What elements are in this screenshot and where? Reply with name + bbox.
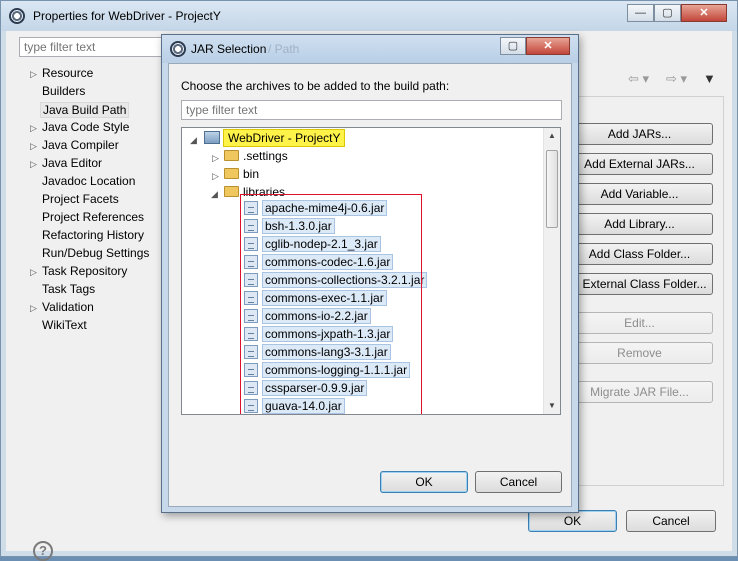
add-external-class-folder-button[interactable]: d External Class Folder...	[566, 273, 713, 295]
folder-icon	[224, 150, 239, 161]
expand-arrow-icon[interactable]: ▷	[212, 171, 219, 182]
jar-selection-title-bar: JAR Selection / Path ▢ ✕	[162, 35, 578, 63]
properties-filter-input[interactable]	[19, 37, 169, 57]
category-java-compiler[interactable]: Java Compiler	[42, 138, 119, 152]
jar-filter-input[interactable]	[181, 100, 562, 120]
dialog-close-button[interactable]: ✕	[526, 37, 570, 55]
project-node[interactable]: WebDriver - ProjectY	[204, 129, 346, 147]
expand-arrow-icon[interactable]: ▷	[30, 123, 37, 134]
category-task-repository[interactable]: Task Repository	[42, 264, 127, 278]
add-library-button[interactable]: Add Library...	[566, 213, 713, 235]
eclipse-app-icon	[170, 41, 186, 57]
project-icon	[204, 131, 220, 144]
category-javadoc-location[interactable]: Javadoc Location	[42, 174, 135, 188]
add-jars-button[interactable]: Add JARs...	[566, 123, 713, 145]
category-java-editor[interactable]: Java Editor	[42, 156, 102, 170]
properties-ok-button[interactable]: OK	[528, 510, 617, 532]
properties-cancel-button[interactable]: Cancel	[626, 510, 716, 532]
edit-button[interactable]: Edit...	[566, 312, 713, 334]
help-icon[interactable]: ?	[33, 541, 53, 561]
archive-tree[interactable]: ◢ WebDriver - ProjectY ▷ .settings ▷ bin…	[181, 127, 561, 415]
category-java-build-path[interactable]: Java Build Path	[40, 102, 130, 118]
migrate-jar-button[interactable]: Migrate JAR File...	[566, 381, 713, 403]
view-menu-icon[interactable]: ▼	[703, 71, 716, 86]
expand-arrow-icon[interactable]: ▷	[30, 303, 37, 314]
minimize-button[interactable]: —	[627, 4, 654, 22]
folder-bin[interactable]: bin	[224, 167, 259, 181]
jar-selection-title: JAR Selection	[191, 42, 267, 56]
expand-arrow-icon[interactable]: ▷	[30, 69, 37, 80]
folder-icon	[224, 168, 239, 179]
instruction-label: Choose the archives to be added to the b…	[181, 79, 450, 93]
forward-arrow-icon[interactable]: ⇨ ▾	[666, 71, 687, 87]
folder-settings[interactable]: .settings	[224, 149, 288, 163]
category-refactoring-history[interactable]: Refactoring History	[42, 228, 144, 242]
tree-vertical-scrollbar[interactable]: ▲ ▼	[543, 128, 560, 414]
scrollbar-thumb[interactable]	[546, 150, 558, 228]
dialog-maximize-button[interactable]: ▢	[500, 37, 526, 55]
back-arrow-icon[interactable]: ⇦ ▾	[628, 71, 649, 87]
collapse-arrow-icon[interactable]: ◢	[190, 135, 197, 146]
folder-icon	[224, 186, 239, 197]
add-class-folder-button[interactable]: Add Class Folder...	[566, 243, 713, 265]
properties-window-title: Properties for WebDriver - ProjectY	[33, 9, 221, 23]
add-variable-button[interactable]: Add Variable...	[566, 183, 713, 205]
category-project-references[interactable]: Project References	[42, 210, 144, 224]
category-wikitext[interactable]: WikiText	[42, 318, 87, 332]
category-validation[interactable]: Validation	[42, 300, 94, 314]
category-task-tags[interactable]: Task Tags	[42, 282, 95, 296]
jar-selection-client-area: Choose the archives to be added to the b…	[168, 63, 572, 507]
properties-title-bar: Properties for WebDriver - ProjectY — ▢ …	[1, 1, 737, 31]
background-title-ghost: / Path	[268, 42, 300, 56]
expand-arrow-icon[interactable]: ▷	[30, 159, 37, 170]
close-button[interactable]: ✕	[681, 4, 727, 22]
expand-arrow-icon[interactable]: ▷	[30, 267, 37, 278]
selection-highlight-box	[240, 194, 422, 414]
eclipse-app-icon	[9, 8, 25, 24]
dialog-ok-button[interactable]: OK	[380, 471, 468, 493]
expand-arrow-icon[interactable]: ▷	[30, 141, 37, 152]
category-java-code-style[interactable]: Java Code Style	[42, 120, 129, 134]
category-builders[interactable]: Builders	[42, 84, 85, 98]
dialog-cancel-button[interactable]: Cancel	[475, 471, 562, 493]
add-external-jars-button[interactable]: Add External JARs...	[566, 153, 713, 175]
jar-selection-dialog: JAR Selection / Path ▢ ✕ Choose the arch…	[161, 34, 579, 513]
category-project-facets[interactable]: Project Facets	[42, 192, 119, 206]
category-resource[interactable]: Resource	[42, 66, 93, 80]
collapse-arrow-icon[interactable]: ◢	[211, 189, 218, 200]
scroll-down-arrow-icon[interactable]: ▼	[548, 401, 556, 410]
scroll-up-arrow-icon[interactable]: ▲	[548, 131, 556, 140]
category-run-debug-settings[interactable]: Run/Debug Settings	[42, 246, 149, 260]
maximize-button[interactable]: ▢	[654, 4, 681, 22]
remove-button[interactable]: Remove	[566, 342, 713, 364]
expand-arrow-icon[interactable]: ▷	[212, 153, 219, 164]
project-label: WebDriver - ProjectY	[223, 129, 346, 147]
